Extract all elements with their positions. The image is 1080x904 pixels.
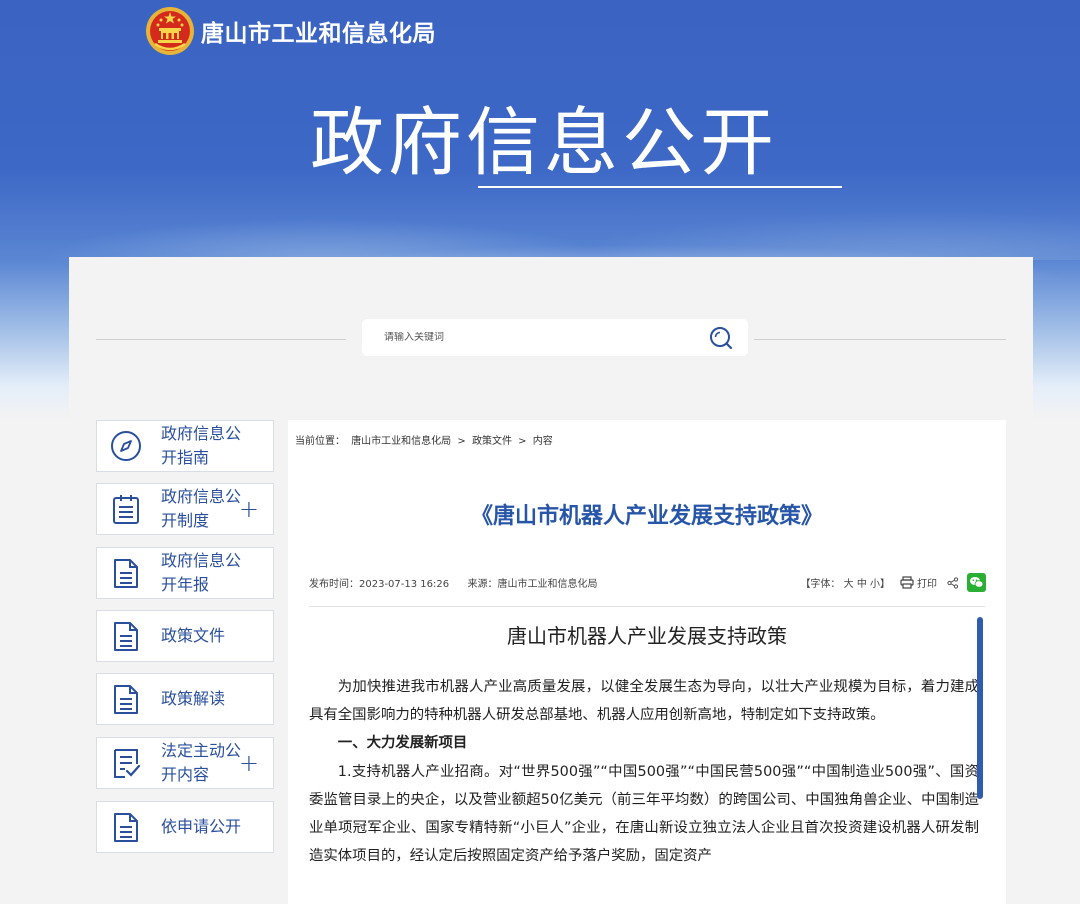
org-name: 唐山市工业和信息化局 bbox=[201, 14, 436, 48]
search-input[interactable] bbox=[384, 332, 684, 343]
search-bar bbox=[362, 319, 748, 356]
document-icon bbox=[110, 557, 142, 589]
print-label: 打印 bbox=[917, 575, 937, 590]
compass-icon bbox=[110, 430, 142, 462]
sidebar-item-label: 法定主动公开内容 bbox=[161, 739, 241, 787]
checklist-icon bbox=[110, 747, 142, 779]
font-size-control: 【字体： 大 中 小】 bbox=[800, 575, 890, 590]
title-underline bbox=[478, 186, 842, 188]
publish-label: 发布时间： bbox=[309, 579, 359, 590]
search-divider-left bbox=[96, 339, 346, 340]
font-label-close: 】 bbox=[880, 579, 890, 590]
sidebar-item-system[interactable]: 政府信息公开制度 + bbox=[96, 483, 274, 535]
search-divider-right bbox=[754, 339, 1006, 340]
article-meta: 发布时间：2023-07-13 16:26 来源：唐山市工业和信息化局 bbox=[309, 575, 598, 590]
breadcrumb-link[interactable]: 政策文件 bbox=[472, 436, 512, 447]
sidebar-item-label: 依申请公开 bbox=[161, 815, 241, 839]
sidebar-item-label: 政府信息公开指南 bbox=[161, 422, 241, 470]
wechat-share-icon[interactable] bbox=[967, 573, 986, 592]
body-paragraph: 为加快推进我市机器人产业高质量发展，以健全发展生态为导向，以壮大产业规模为目标，… bbox=[309, 673, 979, 729]
article-tools: 【字体： 大 中 小】 打印 bbox=[800, 573, 986, 592]
search-icon[interactable] bbox=[708, 325, 734, 351]
font-medium-button[interactable]: 中 bbox=[857, 579, 867, 590]
source-label: 来源： bbox=[468, 579, 498, 590]
sidebar-item-annual-report[interactable]: 政府信息公开年报 bbox=[96, 547, 274, 599]
sidebar-item-application[interactable]: 依申请公开 bbox=[96, 801, 274, 853]
sidebar-item-guide[interactable]: 政府信息公开指南 bbox=[96, 420, 274, 472]
national-emblem-icon bbox=[145, 6, 195, 56]
breadcrumb-separator: > bbox=[457, 436, 465, 447]
meta-divider bbox=[309, 606, 985, 607]
sidebar-item-policy-interpretation[interactable]: 政策解读 bbox=[96, 673, 274, 725]
scrollbar[interactable] bbox=[977, 617, 983, 799]
document-icon bbox=[110, 683, 142, 715]
main-panel: 政府信息公开指南 政府信息公开制度 + 政府信息公开年 bbox=[69, 257, 1033, 904]
print-button[interactable]: 打印 bbox=[900, 575, 937, 590]
body-paragraph: 1.支持机器人产业招商。对“世界500强”“中国500强”“中国民营500强”“… bbox=[309, 758, 979, 871]
source: 唐山市工业和信息化局 bbox=[498, 579, 598, 590]
font-label: 【字体： bbox=[800, 579, 840, 590]
breadcrumb: 当前位置： 唐山市工业和信息化局 > 政策文件 > 内容 bbox=[295, 432, 556, 447]
expand-plus-icon[interactable]: + bbox=[239, 498, 259, 520]
font-small-button[interactable]: 小 bbox=[870, 579, 880, 590]
sidebar-item-label: 政策文件 bbox=[161, 624, 241, 648]
breadcrumb-current: 内容 bbox=[533, 436, 553, 447]
breadcrumb-separator: > bbox=[518, 436, 526, 447]
sidebar-item-label: 政策解读 bbox=[161, 687, 241, 711]
article-title: 《唐山市机器人产业发展支持政策》 bbox=[288, 498, 1006, 530]
breadcrumb-prefix: 当前位置： bbox=[295, 436, 345, 447]
article-body: 为加快推进我市机器人产业高质量发展，以健全发展生态为导向，以壮大产业规模为目标，… bbox=[309, 673, 979, 870]
sidebar-item-label: 政府信息公开制度 bbox=[161, 485, 241, 533]
sidebar-item-statutory-content[interactable]: 法定主动公开内容 + bbox=[96, 737, 274, 789]
share-icon[interactable] bbox=[947, 577, 959, 589]
breadcrumb-link[interactable]: 唐山市工业和信息化局 bbox=[351, 436, 451, 447]
site-logo[interactable]: 唐山市工业和信息化局 bbox=[145, 6, 436, 56]
article-content: 当前位置： 唐山市工业和信息化局 > 政策文件 > 内容 《唐山市机器人产业发展… bbox=[288, 420, 1006, 904]
section-heading: 一、大力发展新项目 bbox=[309, 729, 979, 757]
clipboard-list-icon bbox=[110, 493, 142, 525]
font-large-button[interactable]: 大 bbox=[844, 579, 854, 590]
document-title: 唐山市机器人产业发展支持政策 bbox=[288, 620, 1006, 649]
document-icon bbox=[110, 811, 142, 843]
printer-icon bbox=[900, 576, 914, 589]
sidebar-item-label: 政府信息公开年报 bbox=[161, 549, 241, 597]
page-title: 政府信息公开 bbox=[310, 98, 778, 188]
expand-plus-icon[interactable]: + bbox=[239, 752, 259, 774]
sidebar-item-policy-files[interactable]: 政策文件 bbox=[96, 610, 274, 662]
publish-time: 2023-07-13 16:26 bbox=[359, 579, 449, 590]
document-icon bbox=[110, 620, 142, 652]
